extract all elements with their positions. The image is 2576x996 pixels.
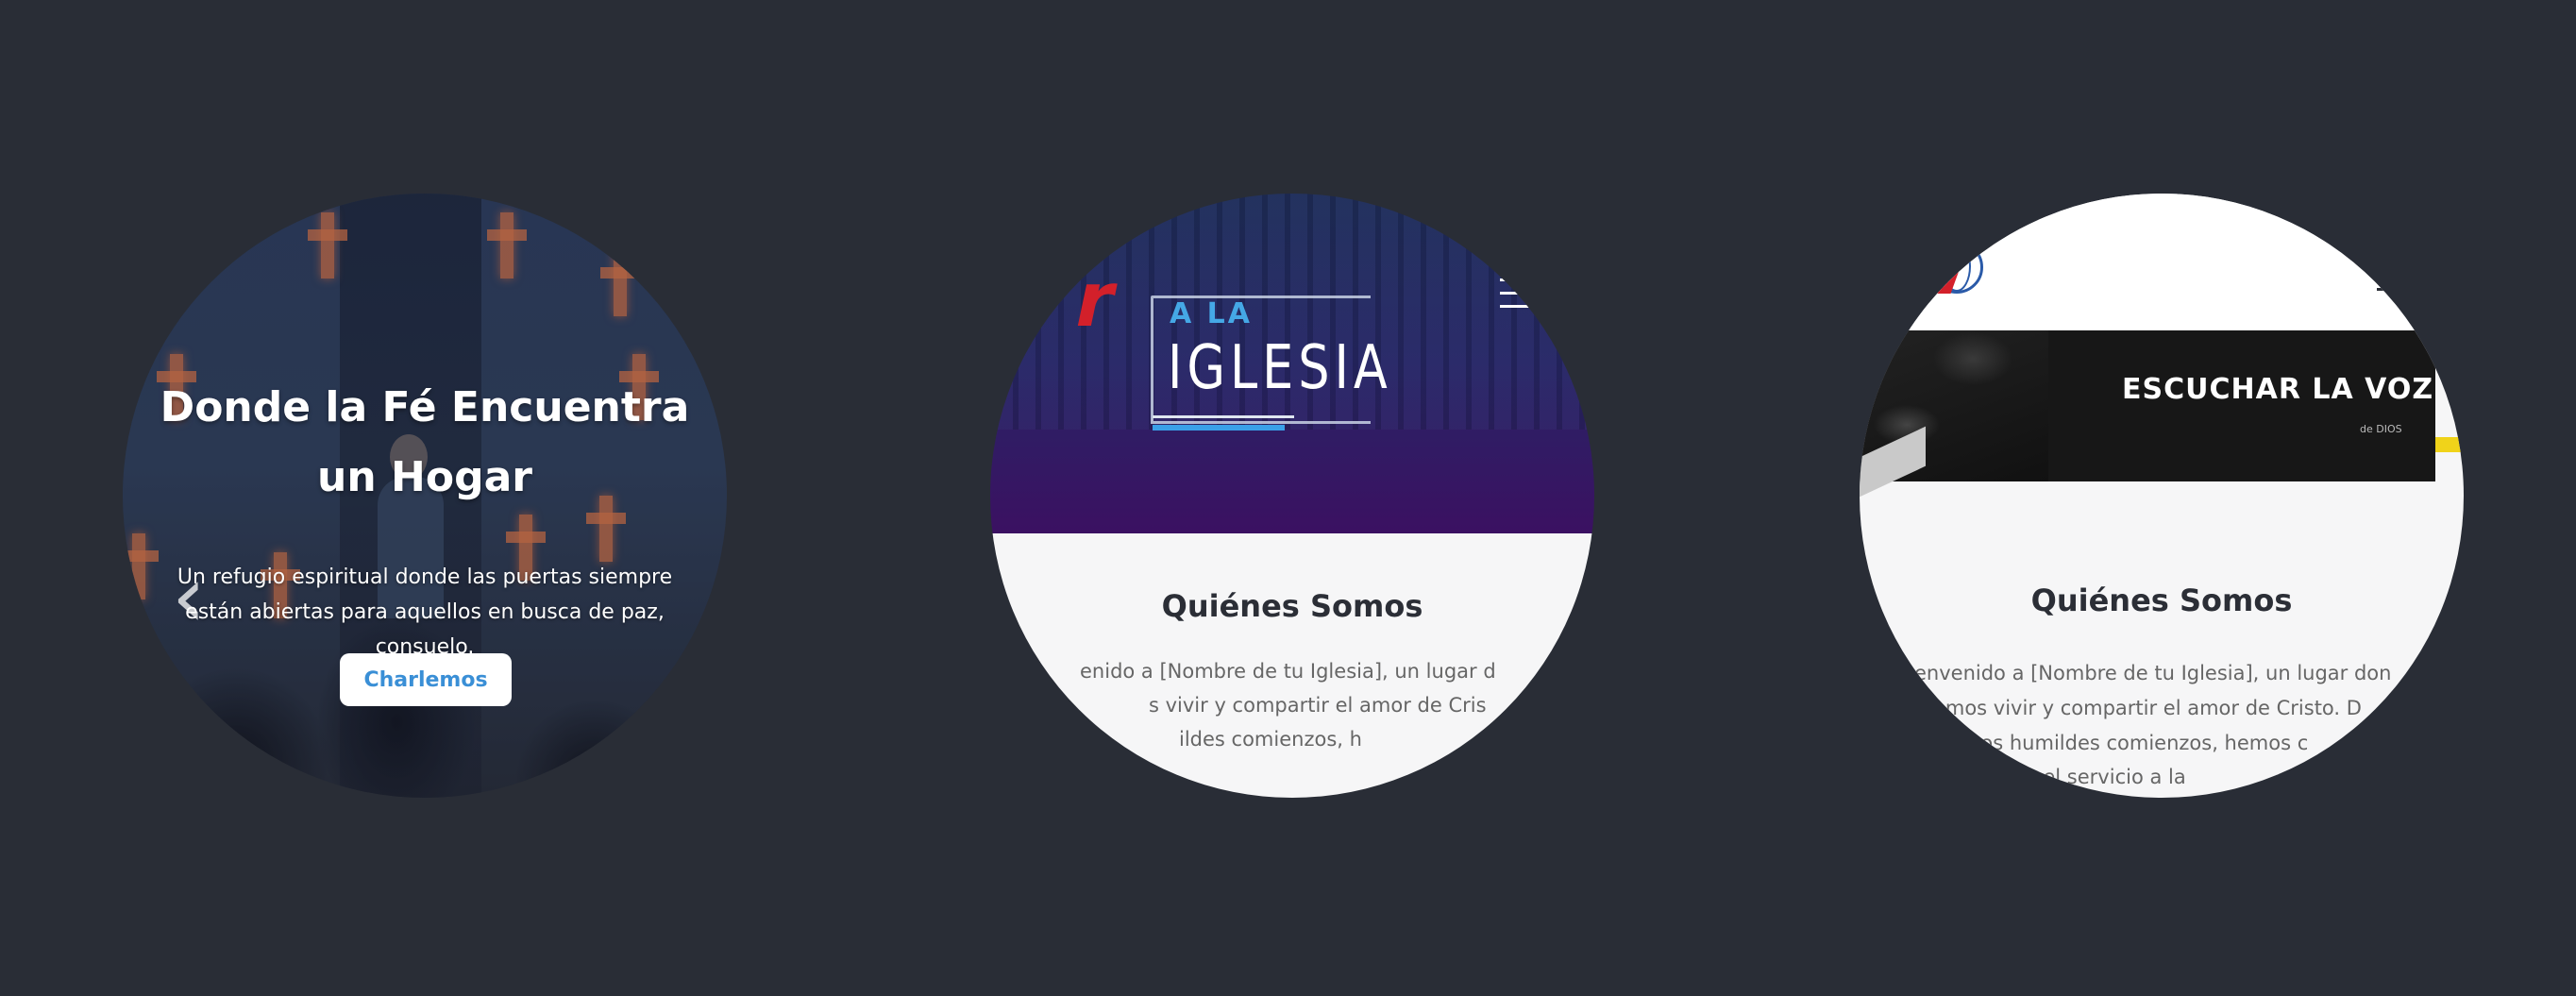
chevron-left-icon[interactable]: ‹	[172, 550, 225, 645]
about-text-line: s vivir y compartir el amor de Cris	[1149, 694, 1487, 717]
about-text-line: tros humildes comienzos, hemos c	[1965, 732, 2309, 754]
logo-small-text: A LA	[1170, 297, 1253, 330]
top-navigation	[1860, 194, 2464, 330]
about-text-line: ildes comienzos, h	[1179, 728, 1362, 751]
logo-underline-accent	[1153, 425, 1285, 430]
hero-subtitle: Un refugio espiritual donde las puertas …	[177, 566, 673, 659]
about-title: Quiénes Somos	[1161, 588, 1423, 624]
hero-title: Donde la Fé Encuentra un Hogar	[160, 383, 690, 501]
logo-big-text: IGLESIA	[1168, 333, 1392, 403]
about-text-line: con el servicio a la	[2001, 766, 2186, 788]
escuchar-banner[interactable]: ESCUCHAR LA VOZ de DIOS	[1860, 330, 2435, 498]
banner-subtitle: de DIOS	[2360, 423, 2402, 435]
accent-bar	[2435, 437, 2464, 452]
charlemos-button[interactable]: Charlemos	[340, 653, 512, 706]
hamburger-icon[interactable]	[1500, 279, 1540, 316]
about-text-line: amos vivir y compartir el amor de Cristo…	[1933, 697, 2362, 719]
church-header-slide-preview[interactable]: r A LA IGLESIA Quiénes Somos enido a [No…	[990, 194, 1594, 798]
banner-title: ESCUCHAR LA VOZ	[2122, 373, 2434, 406]
about-section: Quiénes Somos enido a [Nombre de tu Igle…	[990, 533, 1594, 798]
hero-slide-preview[interactable]: Donde la Fé Encuentra un Hogar Un refugi…	[123, 194, 727, 798]
header-banner: r A LA IGLESIA	[990, 194, 1594, 533]
about-text-line: enido a [Nombre de tu Iglesia], un lugar…	[1080, 660, 1496, 683]
menu-icon[interactable]	[2377, 288, 2405, 291]
church-banner-slide-preview[interactable]: ESCUCHAR LA VOZ de DIOS Quiénes Somos en…	[1860, 194, 2464, 798]
about-title: Quiénes Somos	[2030, 582, 2293, 618]
logo-underline	[1153, 415, 1294, 418]
about-text-line: envenido a [Nombre de tu Iglesia], un lu…	[1914, 662, 2392, 684]
